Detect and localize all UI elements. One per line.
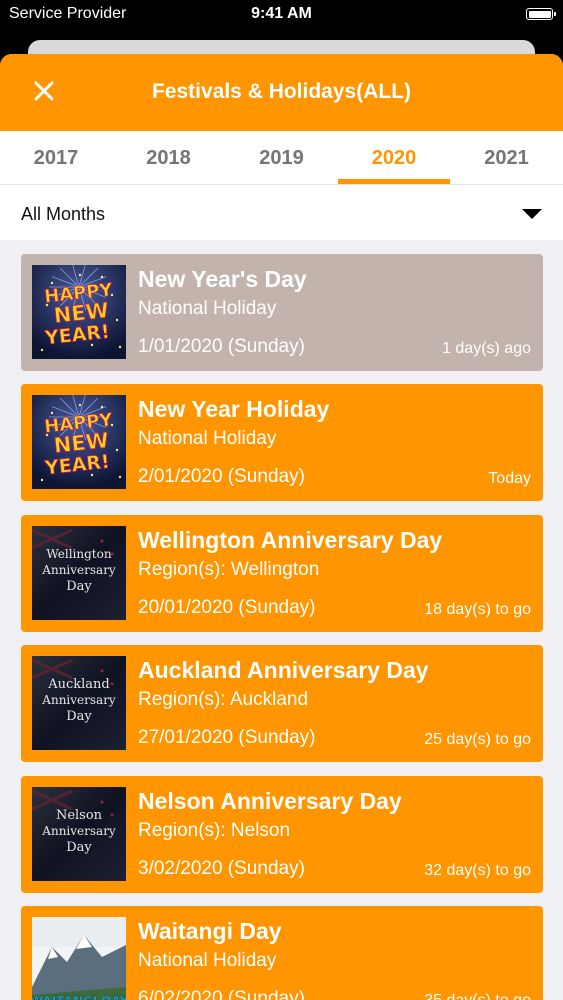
holiday-card[interactable]: Auckland Anniversary Day Auckland Anniversa…	[21, 645, 543, 763]
page-title: Festivals & Holidays(ALL)	[151, 80, 412, 103]
holiday-type: National Holiday	[138, 428, 277, 450]
holiday-date: 1/01/2020 (Sunday)	[138, 336, 305, 357]
holiday-name: Waitangi Day	[138, 918, 282, 944]
holiday-countdown: 32 day(s) to go	[424, 861, 531, 879]
holiday-name: Nelson Anniversary Day	[138, 787, 402, 814]
year-tabs: 2017 2018 2019 2020 2021	[0, 131, 563, 185]
holiday-card[interactable]: HAPPY NEW YEAR! New Year Holiday National Ho…	[21, 384, 543, 502]
holiday-name: Wellington Anniversary Day	[138, 526, 443, 553]
svg-text:Nelson: Nelson	[56, 808, 103, 823]
svg-text:Anniversary: Anniversary	[41, 824, 116, 838]
holiday-type: Region(s): Nelson	[138, 819, 291, 841]
holidays-sheet: Festivals & Holidays(ALL) 2017 2018 2019 20…	[0, 54, 563, 1000]
status-bar: Service Provider 9:41 AM	[0, 0, 563, 30]
holiday-countdown: 25 day(s) to go	[424, 731, 531, 749]
holiday-date: 2/01/2020 (Sunday)	[138, 466, 305, 488]
tab-label: 2020	[371, 147, 417, 169]
status-time: 9:41 AM	[251, 5, 312, 22]
active-tab-indicator	[338, 179, 450, 184]
holiday-card[interactable]: WAITANGI DAY Waitangi Day National Holiday…	[21, 906, 543, 1000]
tab-label: 2019	[259, 147, 304, 169]
holiday-card[interactable]: Nelson Anniversary Day Nelson Anniversary D…	[21, 775, 543, 893]
holiday-name: New Year Holiday	[138, 396, 330, 423]
holiday-countdown: 35 day(s) to go	[424, 992, 531, 1000]
svg-text:Day: Day	[66, 579, 92, 594]
holiday-thumbnail: WAITANGI DAY	[32, 917, 126, 1000]
triangle-down-icon	[522, 209, 542, 219]
svg-text:WAITANGI DAY: WAITANGI DAY	[32, 994, 126, 1000]
svg-text:Day: Day	[66, 709, 92, 724]
holiday-type: Region(s): Auckland	[138, 689, 309, 711]
header-bar: Festivals & Holidays(ALL)	[0, 54, 563, 131]
holiday-type: National Holiday	[138, 298, 277, 319]
svg-text:Auckland: Auckland	[47, 677, 110, 692]
tab-label: 2018	[146, 147, 191, 169]
month-filter-dropdown[interactable]: All Months	[0, 185, 563, 240]
svg-text:Wellington: Wellington	[46, 547, 111, 561]
tab-2021[interactable]: 2021	[450, 131, 563, 184]
tab-2019[interactable]: 2019	[225, 131, 338, 184]
holiday-thumbnail: HAPPY NEW YEAR!	[32, 395, 126, 490]
tab-label: 2021	[484, 147, 529, 169]
holiday-thumbnail: HAPPY NEW YEAR!	[32, 265, 126, 359]
tab-2020[interactable]: 2020	[338, 131, 450, 184]
holiday-date: 6/02/2020 (Sunday)	[138, 988, 305, 1000]
tab-2017[interactable]: 2017	[0, 131, 112, 184]
holiday-countdown: 18 day(s) to go	[424, 600, 531, 618]
battery-full-icon	[526, 8, 556, 20]
holiday-thumbnail: Auckland Anniversary Day	[32, 656, 126, 751]
tab-label: 2017	[33, 147, 79, 169]
month-filter-label: All Months	[21, 204, 106, 224]
holiday-countdown: 1 day(s) ago	[442, 340, 531, 357]
holiday-date: 20/01/2020 (Sunday)	[138, 596, 316, 618]
holiday-thumbnail: Nelson Anniversary Day	[32, 786, 126, 881]
svg-text:Day: Day	[66, 840, 92, 855]
holiday-countdown: Today	[488, 470, 531, 488]
holiday-name: Auckland Anniversary Day	[138, 657, 429, 684]
svg-text:Anniversary: Anniversary	[41, 563, 116, 577]
holiday-date: 3/02/2020 (Sunday)	[138, 857, 305, 879]
holiday-date: 27/01/2020 (Sunday)	[138, 727, 316, 749]
holiday-thumbnail: Wellington Anniversary Day	[32, 525, 126, 620]
holiday-card[interactable]: Wellington Anniversary Day Wellington Anniv…	[21, 514, 543, 632]
holiday-card[interactable]: HAPPY NEW YEAR! New Year's Day National Holi…	[21, 254, 543, 371]
tab-2018[interactable]: 2018	[112, 131, 225, 184]
holiday-name: New Year's Day	[138, 266, 307, 292]
holiday-type: Region(s): Wellington	[138, 558, 320, 580]
holiday-type: National Holiday	[138, 950, 277, 971]
svg-text:Anniversary: Anniversary	[41, 693, 116, 707]
